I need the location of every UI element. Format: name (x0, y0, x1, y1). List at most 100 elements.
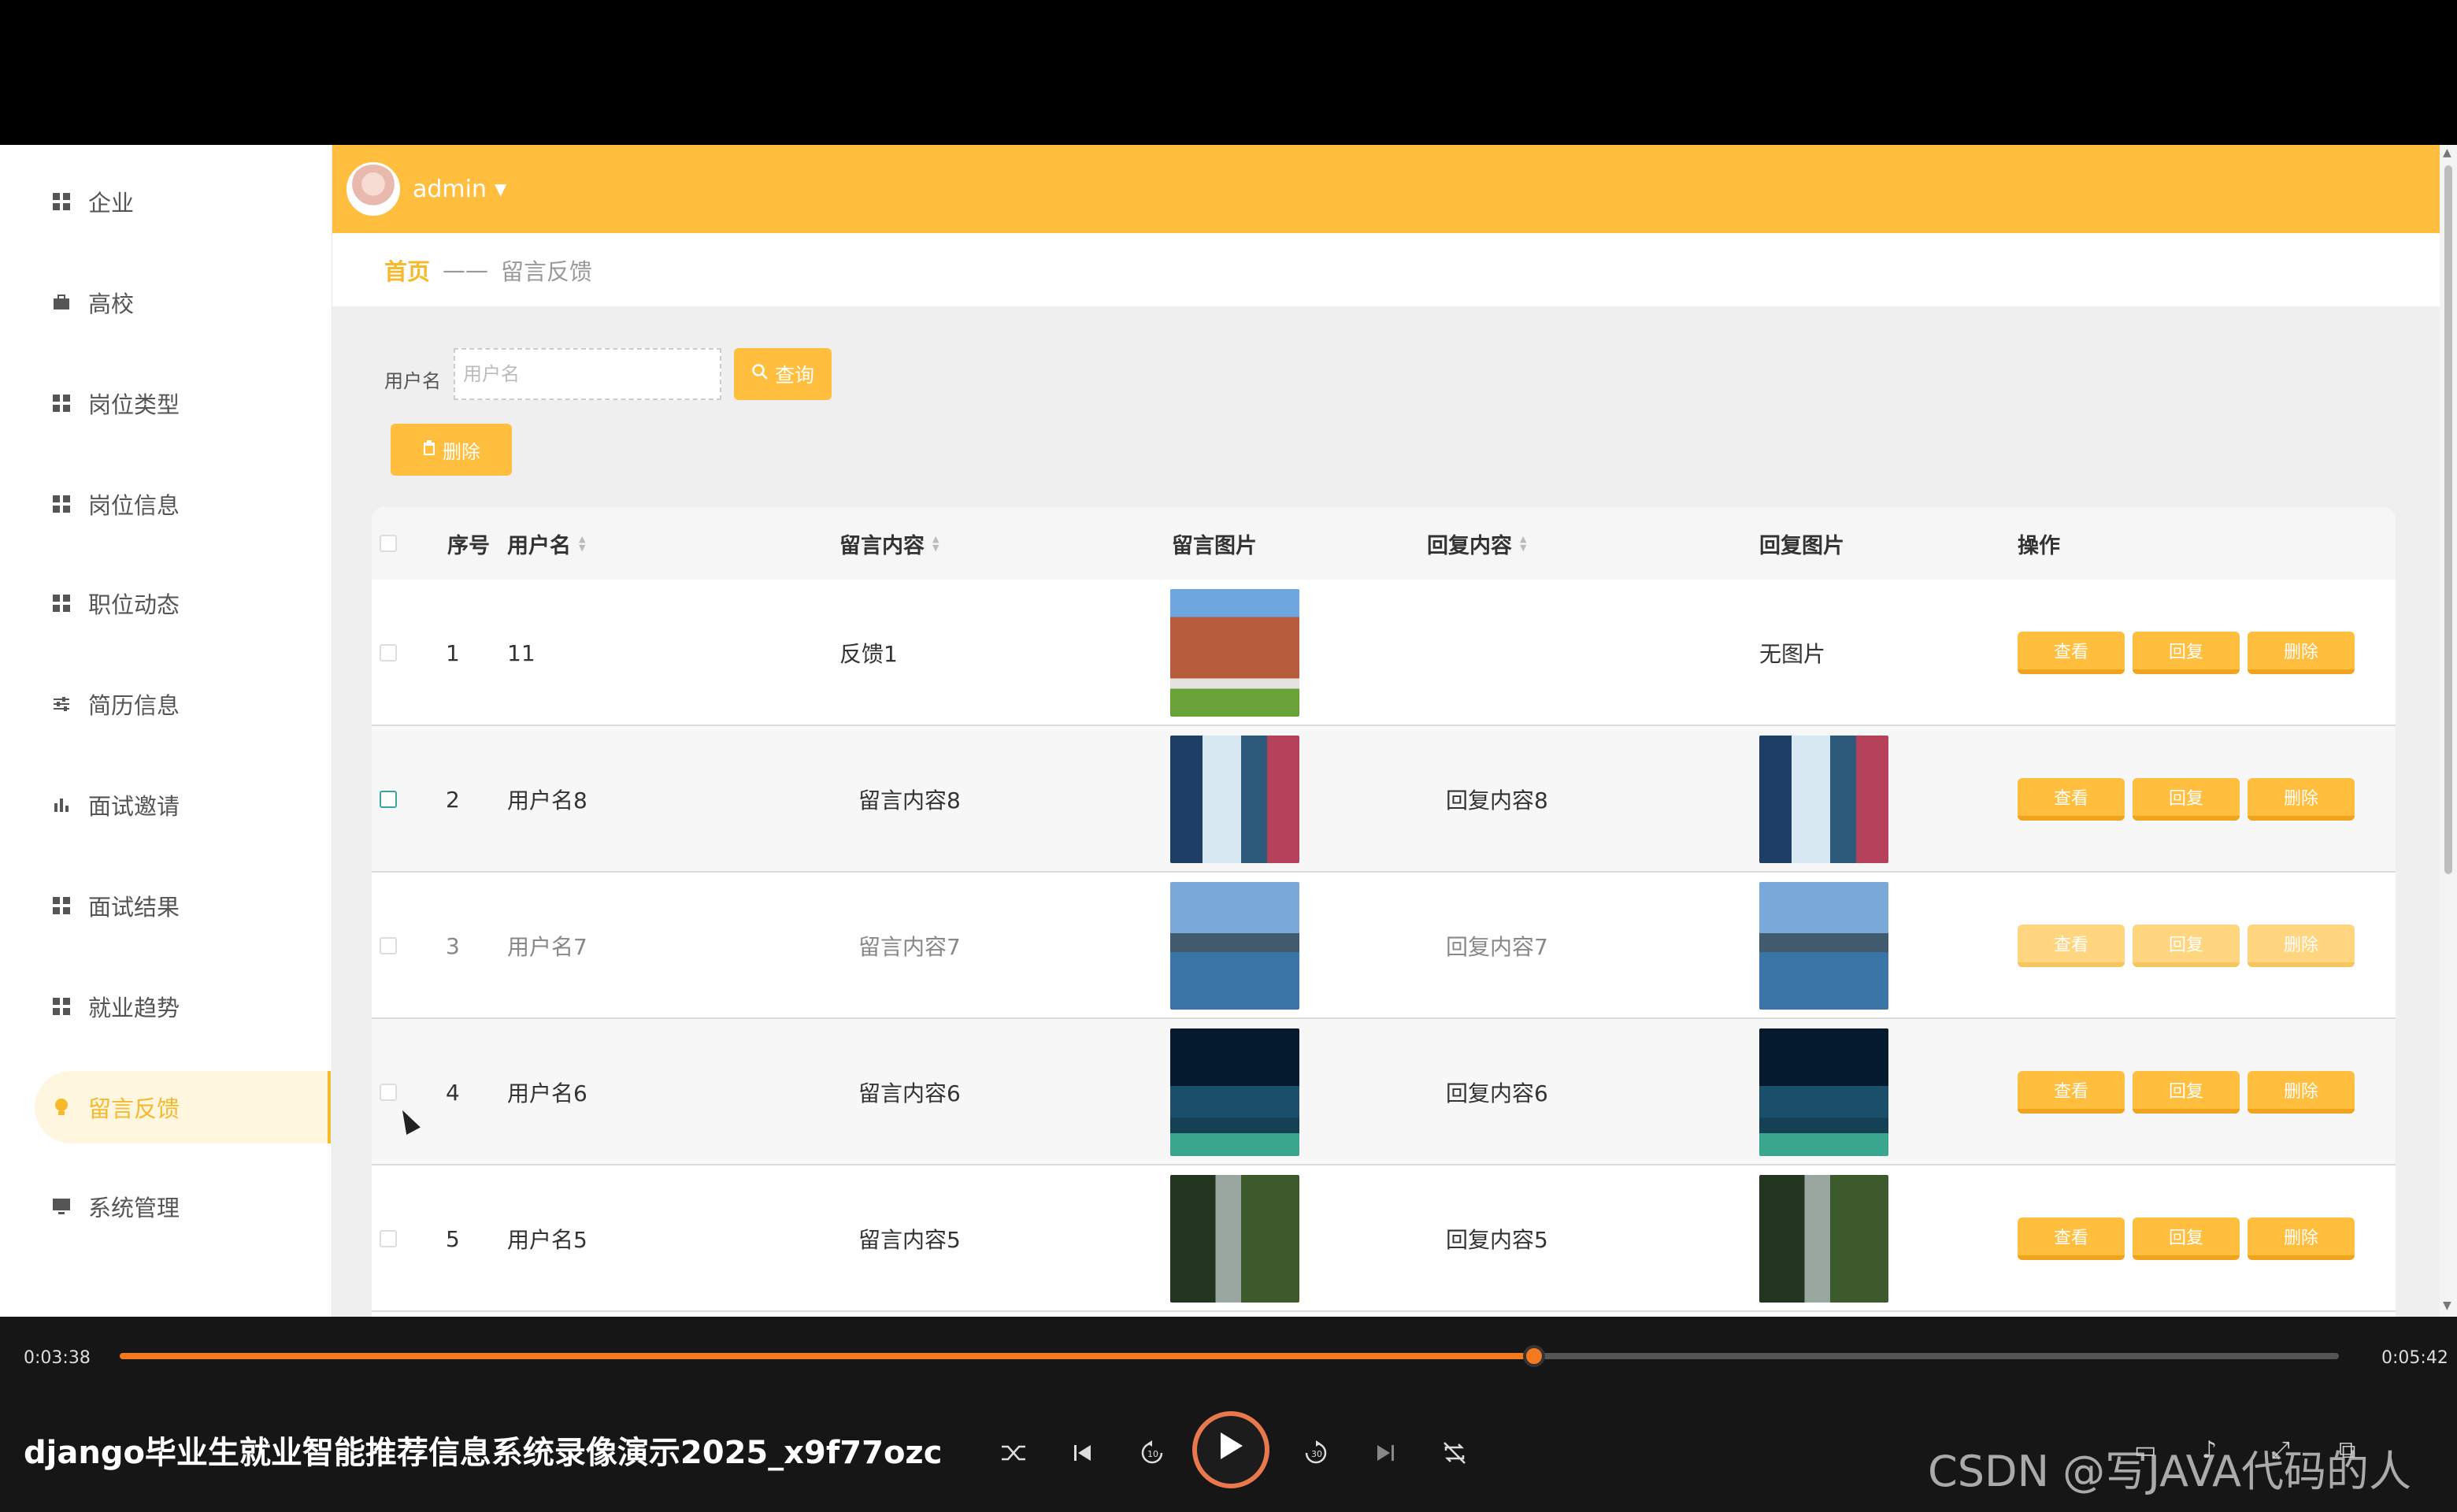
sidebar-item-job-news[interactable]: 职位动态 (35, 567, 331, 639)
delete-button[interactable]: 删除 (2248, 778, 2355, 821)
scroll-up-icon[interactable]: ▲ (2443, 146, 2451, 159)
sort-icon[interactable]: ▲ ▼ (932, 535, 939, 552)
scrollbar-thumb[interactable] (2444, 165, 2452, 874)
next-icon[interactable] (1366, 1433, 1405, 1473)
sidebar-item-interview-result[interactable]: 面试结果 (35, 869, 331, 942)
query-button-label: 查询 (774, 365, 814, 387)
sidebar-item-resume[interactable]: 简历信息 (35, 668, 331, 740)
sort-icon[interactable]: ▲ ▼ (1520, 535, 1526, 552)
sidebar-item-enterprise[interactable]: 企业 (35, 165, 331, 238)
row-checkbox[interactable] (380, 937, 397, 954)
feedback-image[interactable] (1170, 882, 1299, 1010)
row-checkbox[interactable] (380, 791, 397, 808)
row-reply: 回复内容5 (1446, 1227, 1548, 1253)
grid-icon (50, 895, 72, 917)
user-menu-name[interactable]: admin (413, 176, 487, 203)
row-index: 4 (446, 1079, 460, 1106)
view-button[interactable]: 查看 (2018, 925, 2125, 967)
csdn-watermark: CSDN @写JAVA代码的人 (1928, 1447, 2412, 1496)
sidebar-item-interview-invite[interactable]: 面试邀请 (35, 769, 331, 841)
row-content: 留言内容6 (858, 1080, 961, 1106)
briefcase-icon (50, 291, 72, 313)
sidebar-item-job-type[interactable]: 岗位类型 (35, 367, 331, 439)
reply-button[interactable]: 回复 (2133, 925, 2240, 967)
col-content-label: 留言内容 (839, 533, 925, 558)
table-row: 5 用户名5 留言内容5 回复内容5 查看 回复 删除 (372, 1166, 2396, 1312)
col-image: 留言图片 (1172, 533, 1257, 558)
row-username: 用户名5 (507, 1227, 587, 1253)
breadcrumb-separator: —— (443, 256, 489, 284)
reply-button[interactable]: 回复 (2133, 778, 2240, 821)
reply-image[interactable] (1759, 736, 1888, 863)
reply-image[interactable] (1759, 1028, 1888, 1156)
bar-chart-icon (50, 794, 72, 816)
reply-image[interactable] (1759, 882, 1888, 1010)
col-content[interactable]: 留言内容 ▲ ▼ (839, 507, 939, 580)
row-checkbox[interactable] (380, 1230, 397, 1247)
view-button[interactable]: 查看 (2018, 632, 2125, 674)
row-index: 1 (446, 639, 460, 666)
loop-off-icon[interactable] (1435, 1433, 1474, 1473)
feedback-image[interactable] (1170, 1175, 1299, 1303)
username-search-input[interactable] (454, 348, 721, 400)
view-button[interactable]: 查看 (2018, 1071, 2125, 1114)
page-scrollbar[interactable]: ▲ ▼ (2440, 145, 2457, 1317)
reply-button[interactable]: 回复 (2133, 1217, 2240, 1260)
breadcrumb-home[interactable]: 首页 (384, 254, 430, 287)
delete-button[interactable]: 删除 (2248, 632, 2355, 674)
view-button[interactable]: 查看 (2018, 778, 2125, 821)
rewind-10-icon[interactable]: 10 (1132, 1433, 1172, 1473)
delete-button[interactable]: 删除 (2248, 1071, 2355, 1114)
progress-knob[interactable] (1523, 1345, 1546, 1367)
col-reply-image: 回复图片 (1759, 533, 1844, 558)
video-title: django毕业生就业智能推荐信息系统录像演示2025_x9f77ozc (24, 1435, 943, 1471)
feedback-image[interactable] (1170, 1028, 1299, 1156)
table-row: 1 11 反馈1 无图片 查看 回复 删除 (372, 580, 2396, 726)
select-all-checkbox-cell[interactable] (380, 507, 397, 580)
batch-delete-button[interactable]: 删除 (391, 424, 512, 476)
row-index: 3 (446, 932, 460, 959)
batch-delete-label: 删除 (443, 441, 480, 463)
row-content: 反馈1 (839, 641, 898, 667)
feedback-image[interactable] (1170, 736, 1299, 863)
sidebar-item-system[interactable]: 系统管理 (35, 1170, 331, 1243)
current-time: 0:03:38 (24, 1348, 91, 1368)
row-username: 用户名7 (507, 934, 587, 960)
feedback-image[interactable] (1170, 589, 1299, 717)
sidebar-item-job-info[interactable]: 岗位信息 (35, 468, 331, 540)
col-username[interactable]: 用户名 ▲ ▼ (507, 507, 585, 580)
caret-down-icon[interactable]: ▼ (495, 180, 506, 198)
delete-button[interactable]: 删除 (2248, 1217, 2355, 1260)
delete-button[interactable]: 删除 (2248, 925, 2355, 967)
video-frame: 企业 高校 岗位类型 岗位信息 职位动态 简历信息 面试邀请 面试结果 就业趋势… (0, 0, 2457, 1512)
query-button[interactable]: 查询 (734, 348, 832, 400)
sidebar-item-university[interactable]: 高校 (35, 266, 331, 339)
select-all-checkbox[interactable] (380, 535, 397, 552)
grid-icon (50, 592, 72, 614)
search-label: 用户名 (384, 370, 441, 392)
reply-button[interactable]: 回复 (2133, 632, 2240, 674)
previous-icon[interactable] (1063, 1433, 1102, 1473)
col-actions: 操作 (2018, 533, 2060, 558)
col-reply[interactable]: 回复内容 ▲ ▼ (1427, 507, 1526, 580)
sidebar-item-employment-trend[interactable]: 就业趋势 (35, 970, 331, 1043)
reply-image[interactable] (1759, 1175, 1888, 1303)
grid-icon (50, 493, 72, 515)
sort-icon[interactable]: ▲ ▼ (579, 535, 585, 552)
row-checkbox[interactable] (380, 1084, 397, 1101)
forward-30-icon[interactable]: 30 (1296, 1433, 1336, 1473)
row-checkbox[interactable] (380, 644, 397, 662)
avatar[interactable] (346, 162, 400, 216)
sidebar-item-label: 面试结果 (88, 894, 180, 921)
play-button[interactable] (1192, 1411, 1269, 1488)
scroll-down-icon[interactable]: ▼ (2443, 1299, 2451, 1312)
table-row: 2 用户名8 留言内容8 回复内容8 查看 回复 删除 (372, 726, 2396, 873)
sidebar-item-label: 职位动态 (88, 591, 180, 618)
sidebar-item-feedback[interactable]: 留言反馈 (35, 1071, 331, 1143)
shuffle-icon[interactable] (994, 1433, 1033, 1473)
reply-button[interactable]: 回复 (2133, 1071, 2240, 1114)
progress-bar[interactable] (120, 1345, 2339, 1367)
sidebar-item-label: 岗位类型 (88, 391, 180, 418)
view-button[interactable]: 查看 (2018, 1217, 2125, 1260)
grid-icon (50, 392, 72, 414)
